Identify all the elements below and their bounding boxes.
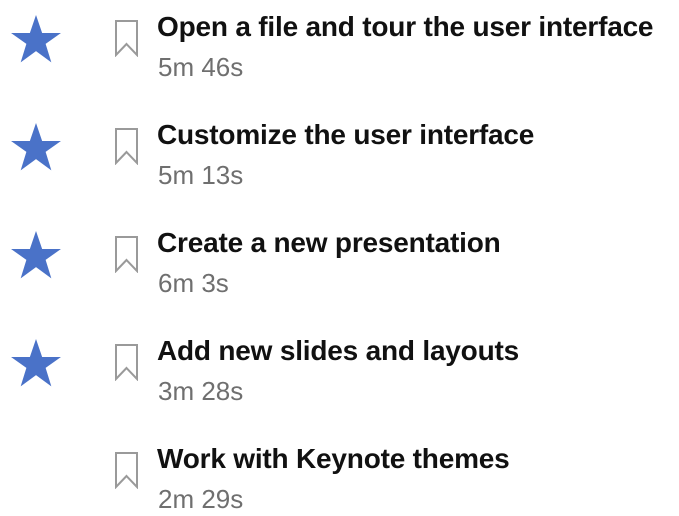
bookmark-icon[interactable] [114, 235, 139, 273]
star-icon [9, 230, 63, 282]
star-icon [9, 122, 63, 174]
bookmark-icon[interactable] [114, 451, 139, 489]
lesson-title-link[interactable]: Work with Keynote themes [157, 442, 510, 476]
list-item[interactable]: Work with Keynote themes 2m 29s [0, 442, 679, 514]
lesson-title-link[interactable]: Add new slides and layouts [157, 334, 519, 368]
bookmark-icon[interactable] [114, 343, 139, 381]
lesson-title-link[interactable]: Open a file and tour the user interface [157, 10, 654, 44]
bookmark-icon[interactable] [114, 127, 139, 165]
list-item[interactable]: Create a new presentation 6m 3s [0, 226, 679, 326]
star-icon [9, 338, 63, 390]
list-item[interactable]: Add new slides and layouts 3m 28s [0, 334, 679, 434]
list-item[interactable]: Customize the user interface 5m 13s [0, 118, 679, 218]
star-icon [9, 14, 63, 66]
bookmark-icon[interactable] [114, 19, 139, 57]
lesson-duration: 5m 13s [158, 160, 244, 190]
list-item[interactable]: Open a file and tour the user interface … [0, 10, 679, 110]
lesson-duration: 6m 3s [158, 268, 229, 298]
course-item-list: Open a file and tour the user interface … [0, 0, 679, 514]
lesson-duration: 5m 46s [158, 52, 244, 82]
lesson-title-link[interactable]: Create a new presentation [157, 226, 501, 260]
lesson-duration: 2m 29s [158, 484, 244, 514]
lesson-duration: 3m 28s [158, 376, 244, 406]
lesson-title-link[interactable]: Customize the user interface [157, 118, 534, 152]
